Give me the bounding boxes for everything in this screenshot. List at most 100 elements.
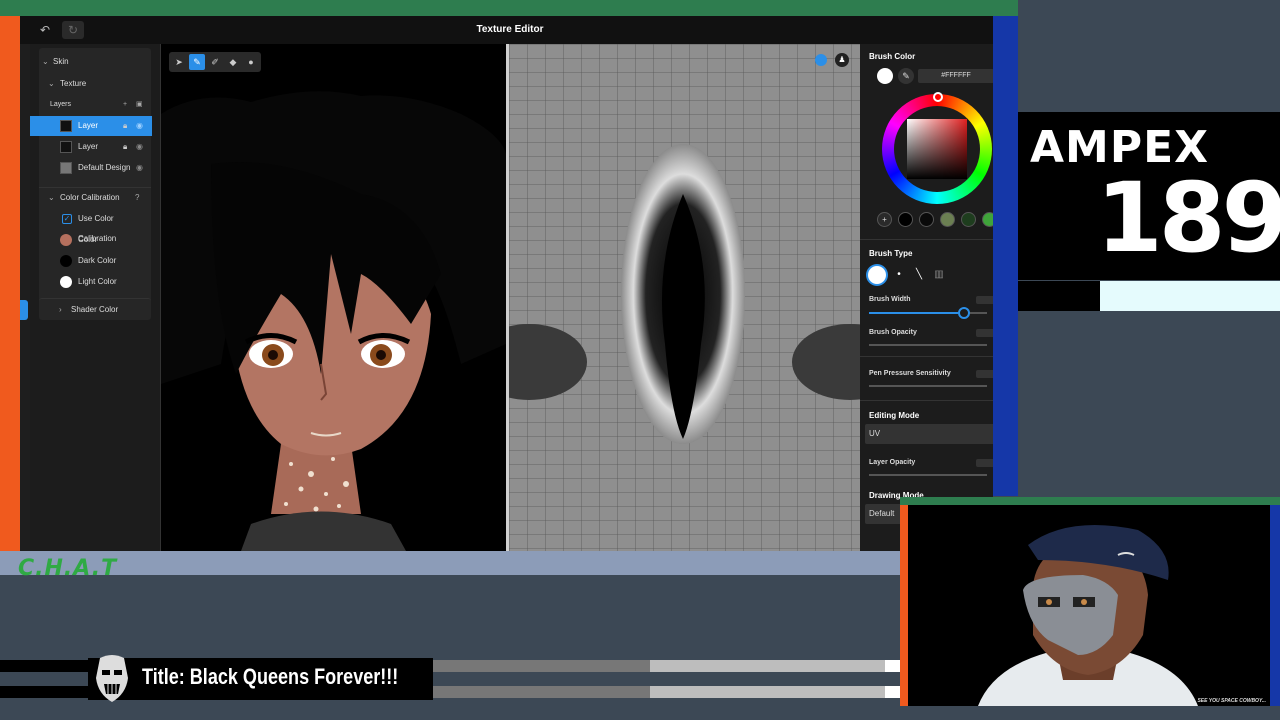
color-calibration-header[interactable]: ⌄ Color Calibration ? (39, 187, 151, 207)
current-color-swatch[interactable] (877, 68, 893, 84)
color-row[interactable]: Color (39, 230, 151, 250)
lock-icon[interactable]: 🔒︎ (123, 137, 127, 157)
cam-caption: SEE YOU SPACE COWBOY... (1197, 698, 1266, 704)
light-color-label: Light Color (78, 277, 117, 286)
eyedropper-tool-icon[interactable]: ● (243, 54, 259, 70)
top-green-bar (0, 0, 1018, 16)
chevron-down-icon: ⌄ (48, 193, 55, 202)
soft-brush-icon[interactable]: • (890, 266, 908, 284)
help-icon[interactable]: ? (135, 188, 139, 208)
color-swatch[interactable] (60, 234, 72, 246)
shader-color-card[interactable]: › Shader Color (39, 298, 151, 320)
light-color-row[interactable]: Light Color (39, 272, 151, 292)
brush-opacity-slider[interactable] (869, 344, 987, 346)
brush-width-handle[interactable] (958, 307, 970, 319)
pen-pressure-slider[interactable] (869, 385, 987, 387)
light-color-swatch[interactable] (60, 276, 72, 288)
eraser-tool-icon[interactable]: ✐ (207, 54, 223, 70)
cam-blue-bar (1270, 505, 1280, 706)
brush-width-slider[interactable] (869, 307, 987, 319)
layer-opacity-slider[interactable] (869, 474, 987, 476)
uv-mesh (509, 44, 860, 551)
skin-card: ⌄ Skin ⌄ Texture Layers + ▣ Layer 🔒︎ ◉ L… (30, 48, 152, 318)
color-wheel[interactable] (882, 92, 992, 204)
chevron-down-icon: ⌄ (42, 57, 49, 66)
fill-tool-icon[interactable]: ◆ (225, 54, 241, 70)
brush-color-label: Brush Color (869, 52, 916, 61)
layers-header: Layers + ▣ (39, 95, 151, 115)
right-blue-bar (993, 16, 1018, 496)
left-orange-bar (0, 16, 20, 551)
recent-color-2[interactable] (919, 212, 934, 227)
lock-icon[interactable]: 🔒︎ (123, 116, 127, 136)
hue-handle[interactable] (933, 92, 943, 102)
add-layer-icon[interactable]: + (123, 95, 127, 115)
dark-color-row[interactable]: Dark Color (39, 251, 151, 271)
shader-color-label: Shader Color (71, 305, 119, 314)
add-color-icon[interactable]: + (877, 212, 892, 227)
round-brush-icon[interactable] (868, 266, 886, 284)
ticker-bar (433, 686, 650, 698)
layer-item-3[interactable]: Default Design ◉ (39, 158, 151, 178)
line-brush-icon[interactable]: ╲ (910, 266, 928, 284)
ticker-bar (0, 686, 90, 698)
skin-label: Skin (53, 57, 69, 66)
vtuber-avatar (978, 525, 1198, 706)
eyedropper-icon[interactable]: ✎ (898, 68, 914, 84)
collapse-tab[interactable] (20, 300, 28, 320)
hex-color-field[interactable]: #FFFFFF (918, 69, 993, 83)
use-color-calibration-row[interactable]: ✓ Use Color Calibration (39, 209, 151, 243)
left-rail (20, 44, 30, 551)
texture-editor-window: ↶ ↻ Texture Editor ⌄ Skin ⌄ Texture Laye… (20, 16, 993, 551)
brush-width-input[interactable] (976, 296, 993, 304)
editing-mode-label: Editing Mode (869, 411, 920, 420)
brush-opacity-label: Brush Opacity (869, 329, 917, 336)
layer-opacity-label: Layer Opacity (869, 459, 916, 466)
layer-thumbnail (60, 162, 72, 174)
chevron-right-icon: › (59, 305, 62, 314)
layer-opacity-input[interactable] (976, 459, 993, 467)
recent-color-3[interactable] (940, 212, 955, 227)
chat-logo: C.H.A.T (18, 556, 118, 581)
layer-item-2[interactable]: Layer 🔒︎ ◉ (39, 137, 151, 157)
color-calibration-label: Color Calibration (60, 193, 120, 202)
skin-header[interactable]: ⌄ Skin (39, 52, 151, 72)
eye-icon[interactable]: ◉ (136, 137, 143, 157)
eye-icon[interactable]: ◉ (136, 116, 143, 136)
model-3d-viewport[interactable]: ➤ ✎ ✐ ◆ ● (161, 44, 506, 551)
uv-viewport[interactable]: ♟ (509, 44, 860, 551)
recent-color-4[interactable] (961, 212, 976, 227)
brush-width-label: Brush Width (869, 296, 911, 303)
window-title: Texture Editor (476, 24, 544, 35)
texture-header[interactable]: ⌄ Texture (39, 74, 151, 94)
pen-pressure-input[interactable] (976, 370, 993, 378)
editing-mode-select[interactable]: UV (865, 424, 993, 444)
recent-color-5[interactable] (982, 212, 993, 227)
eye-icon[interactable]: ◉ (136, 158, 143, 178)
ticker-bar (885, 660, 900, 672)
person-icon[interactable]: ♟ (835, 53, 849, 67)
recent-color-1[interactable] (898, 212, 913, 227)
ticker-bar (0, 660, 90, 672)
saturation-square[interactable] (907, 119, 967, 179)
pen-tool-icon[interactable]: ✎ (189, 54, 205, 70)
properties-panel: Brush Color ✎ #FFFFFF + Brush Type • ╲ ▥… (860, 44, 993, 551)
cam-orange-bar (900, 505, 908, 706)
ticker-bar (650, 686, 885, 698)
image-import-icon[interactable]: ▣ (136, 95, 143, 115)
tool-bar: ➤ ✎ ✐ ◆ ● (169, 52, 261, 72)
view-toggle-icon[interactable] (815, 54, 827, 66)
select-tool-icon[interactable]: ➤ (171, 54, 187, 70)
ampex-bar-light (1100, 281, 1280, 311)
ampex-bar-dark (1018, 281, 1100, 311)
dark-color-label: Dark Color (78, 256, 117, 265)
dark-color-swatch[interactable] (60, 255, 72, 267)
texture-brush-icon[interactable]: ▥ (930, 266, 948, 284)
sidebar: ⌄ Skin ⌄ Texture Layers + ▣ Layer 🔒︎ ◉ L… (30, 44, 161, 551)
shader-color-header[interactable]: › Shader Color (39, 300, 151, 320)
use-color-calibration-checkbox[interactable]: ✓ (62, 214, 72, 224)
ticker-bar (885, 686, 900, 698)
brush-opacity-input[interactable] (976, 329, 993, 337)
layer-item-1[interactable]: Layer 🔒︎ ◉ (30, 116, 152, 136)
layer-label: Layer (78, 142, 99, 151)
